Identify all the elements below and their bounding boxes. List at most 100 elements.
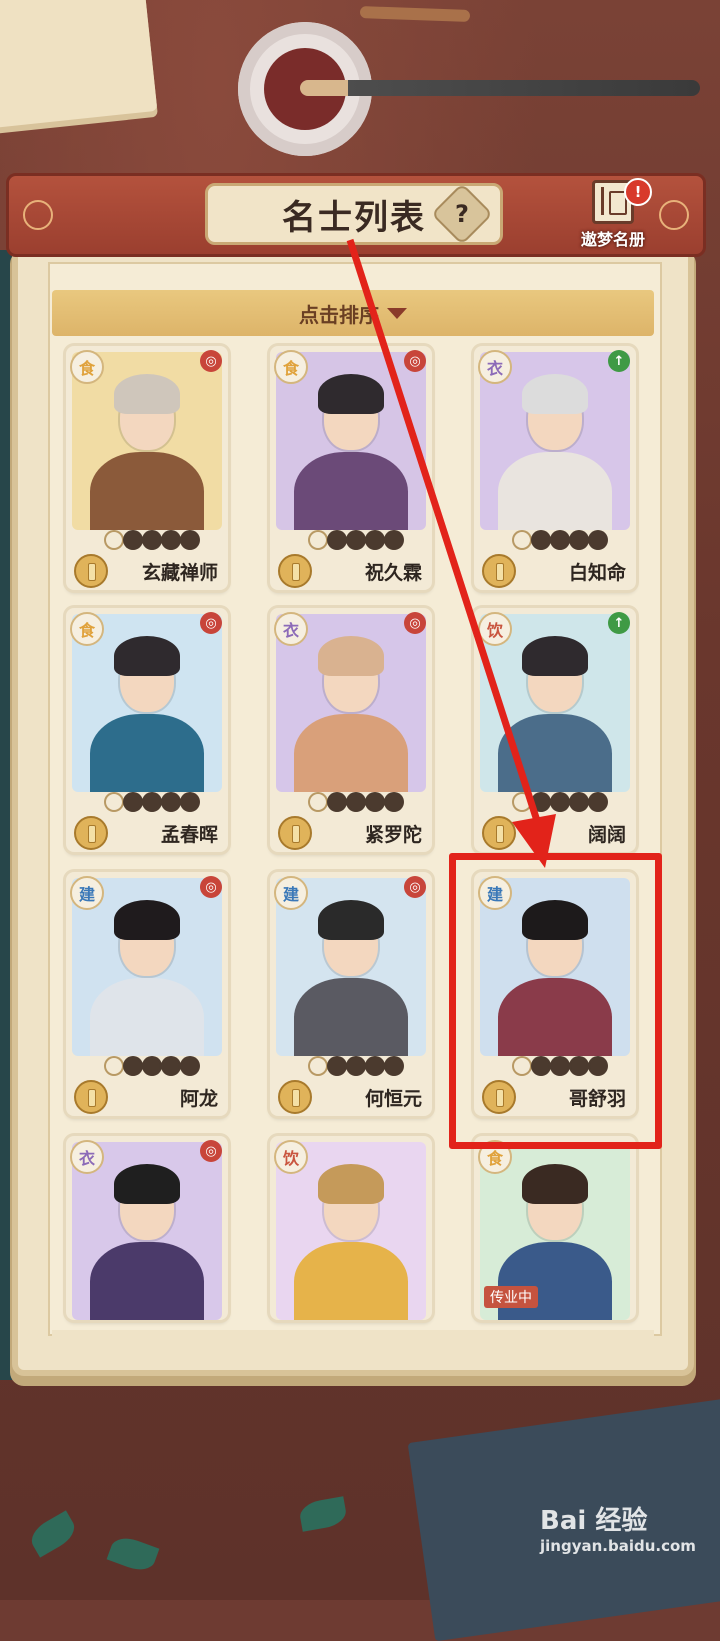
flower-icon bbox=[310, 794, 326, 810]
coin-icon bbox=[74, 554, 108, 588]
flower-icon bbox=[348, 1058, 364, 1074]
dream-book-label: 遨梦名册 bbox=[580, 230, 645, 249]
portrait-body bbox=[90, 978, 204, 1056]
character-card[interactable]: 食 ◎ 玄藏禅师 bbox=[66, 346, 228, 590]
watermark: Bai 经验 jingyan.baidu.com bbox=[540, 1500, 710, 1580]
character-card[interactable]: 衣 ◎ bbox=[66, 1136, 228, 1320]
category-badge: 食 bbox=[70, 612, 104, 646]
rank-flowers bbox=[106, 532, 198, 548]
flower-icon bbox=[163, 794, 179, 810]
portrait-hair bbox=[114, 374, 180, 414]
decor-book bbox=[0, 0, 158, 129]
character-name: 祝久霖 bbox=[364, 562, 422, 584]
portrait-body bbox=[90, 1242, 204, 1320]
character-card[interactable]: 食 ◎ 祝久霖 bbox=[270, 346, 432, 590]
category-badge: 衣 bbox=[70, 1140, 104, 1174]
category-badge: 建 bbox=[274, 876, 308, 910]
portrait-hair bbox=[522, 1164, 588, 1204]
character-card[interactable]: 衣 ↑ 白知命 bbox=[474, 346, 636, 590]
flower-icon bbox=[514, 794, 530, 810]
coin-icon bbox=[74, 816, 108, 850]
character-card[interactable]: 建 ◎ 何恒元 bbox=[270, 872, 432, 1116]
upgrade-arrow-icon: ↑ bbox=[608, 612, 630, 634]
character-name: 孟春晖 bbox=[160, 824, 218, 846]
status-badge: 传业中 bbox=[484, 1286, 538, 1308]
coin-icon bbox=[278, 554, 312, 588]
rank-flowers bbox=[514, 794, 606, 810]
coin-icon bbox=[74, 1080, 108, 1114]
portrait-hair bbox=[318, 900, 384, 940]
character-card[interactable]: 饮 ↑ 阔阔 bbox=[474, 608, 636, 852]
flower-icon bbox=[590, 532, 606, 548]
flower-icon bbox=[329, 1058, 345, 1074]
coin-icon bbox=[278, 816, 312, 850]
character-name: 紧罗陀 bbox=[364, 824, 422, 846]
rank-flowers bbox=[106, 794, 198, 810]
portrait-hair bbox=[522, 636, 588, 676]
flower-icon bbox=[590, 794, 606, 810]
rank-flowers bbox=[310, 532, 402, 548]
flower-icon bbox=[182, 794, 198, 810]
character-card[interactable]: 食 ◎ 孟春晖 bbox=[66, 608, 228, 852]
flower-icon bbox=[348, 794, 364, 810]
flower-icon bbox=[571, 532, 587, 548]
character-name: 何恒元 bbox=[364, 1088, 422, 1110]
portrait-body bbox=[294, 714, 408, 792]
grid-bottom-edge bbox=[52, 1330, 654, 1370]
flower-icon bbox=[386, 794, 402, 810]
flower-icon bbox=[348, 532, 364, 548]
character-card[interactable]: 建 ◎ 阿龙 bbox=[66, 872, 228, 1116]
character-card[interactable]: 饮 bbox=[270, 1136, 432, 1320]
header-ornament-left bbox=[23, 200, 53, 230]
sort-button[interactable]: 点击排序 bbox=[52, 290, 654, 336]
portrait-body bbox=[90, 452, 204, 530]
coin-icon bbox=[482, 816, 516, 850]
category-badge: 饮 bbox=[274, 1140, 308, 1174]
character-card[interactable]: 衣 ◎ 紧罗陀 bbox=[270, 608, 432, 852]
flower-icon bbox=[182, 532, 198, 548]
portrait-body bbox=[498, 1242, 612, 1320]
flower-icon bbox=[310, 1058, 326, 1074]
portrait-hair bbox=[114, 900, 180, 940]
character-name: 阿龙 bbox=[179, 1088, 218, 1110]
flower-icon bbox=[106, 794, 122, 810]
rank-flowers bbox=[514, 532, 606, 548]
caret-down-icon bbox=[387, 307, 407, 319]
character-card[interactable]: 食传业中 bbox=[474, 1136, 636, 1320]
category-badge: 建 bbox=[70, 876, 104, 910]
character-name: 白知命 bbox=[568, 562, 626, 584]
flower-icon bbox=[310, 532, 326, 548]
flower-icon bbox=[163, 1058, 179, 1074]
flower-icon bbox=[144, 532, 160, 548]
flower-icon bbox=[386, 532, 402, 548]
rank-flowers bbox=[310, 1058, 402, 1074]
tag-icon: ◎ bbox=[404, 350, 426, 372]
coin-icon bbox=[482, 554, 516, 588]
tag-icon: ◎ bbox=[200, 876, 222, 898]
watermark-brand: Bai 经验 bbox=[540, 1506, 648, 1536]
flower-icon bbox=[367, 1058, 383, 1074]
portrait-body bbox=[294, 452, 408, 530]
flower-icon bbox=[367, 532, 383, 548]
tag-icon: ◎ bbox=[200, 1140, 222, 1162]
portrait-body bbox=[90, 714, 204, 792]
flower-icon bbox=[125, 532, 141, 548]
portrait-hair bbox=[318, 636, 384, 676]
flower-icon bbox=[552, 794, 568, 810]
portrait-body bbox=[498, 714, 612, 792]
category-badge: 衣 bbox=[274, 612, 308, 646]
flower-icon bbox=[182, 1058, 198, 1074]
flower-icon bbox=[533, 532, 549, 548]
flower-icon bbox=[144, 1058, 160, 1074]
flower-icon bbox=[163, 532, 179, 548]
flower-icon bbox=[106, 1058, 122, 1074]
portrait-body bbox=[498, 452, 612, 530]
coin-icon bbox=[278, 1080, 312, 1114]
flower-icon bbox=[386, 1058, 402, 1074]
flower-icon bbox=[533, 794, 549, 810]
flower-icon bbox=[125, 1058, 141, 1074]
flower-icon bbox=[552, 532, 568, 548]
portrait-hair bbox=[114, 1164, 180, 1204]
category-badge: 食 bbox=[274, 350, 308, 384]
tag-icon: ◎ bbox=[404, 876, 426, 898]
